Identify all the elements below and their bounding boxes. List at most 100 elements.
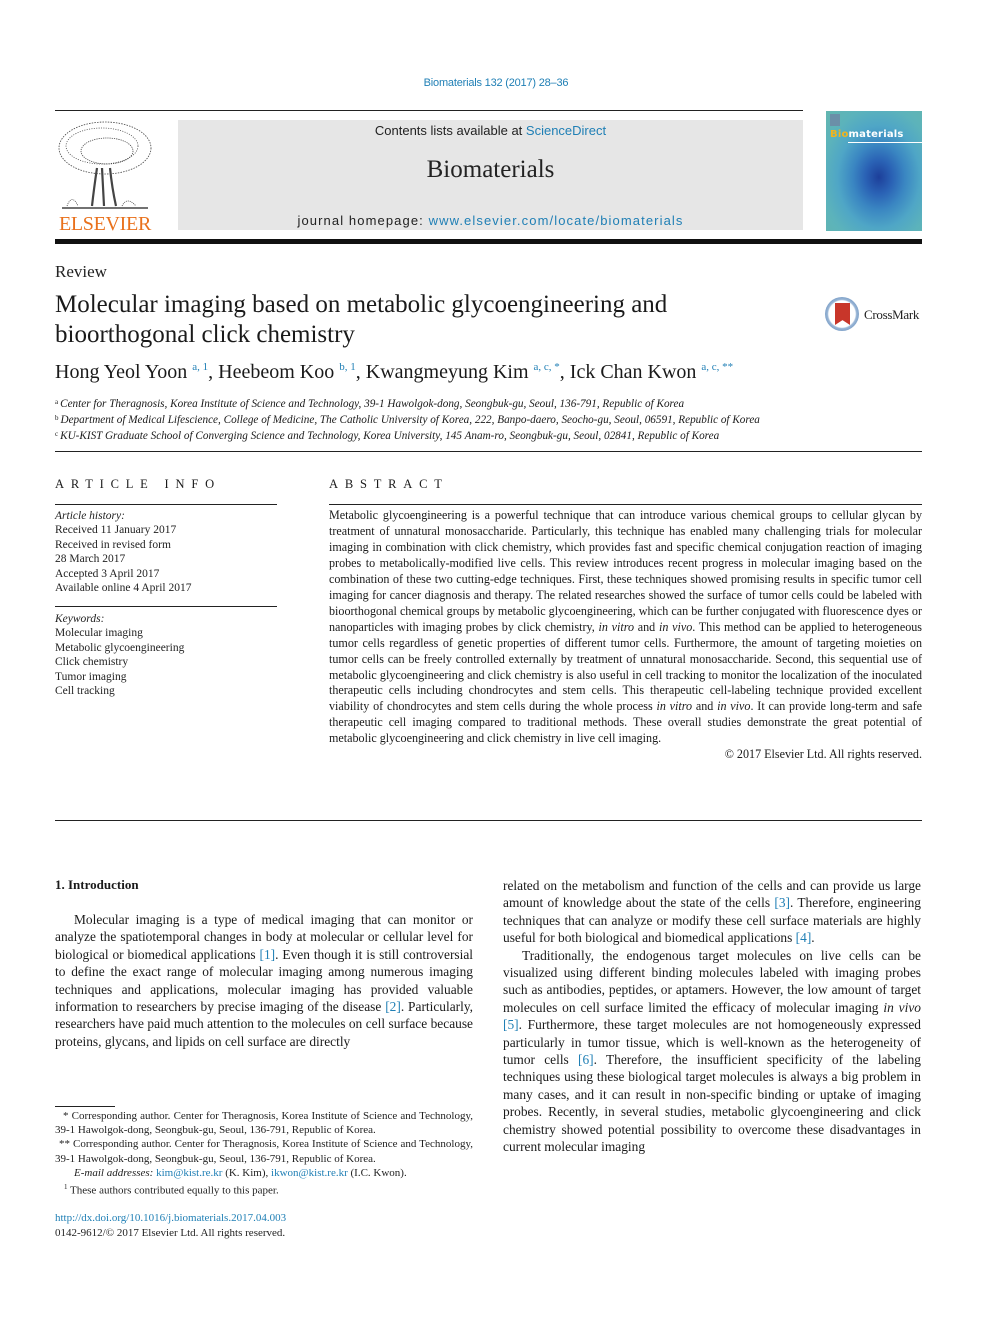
body-text: Traditionally, the endogenous target mol…: [503, 947, 921, 1015]
footnote-divider: [55, 1106, 115, 1107]
body-italic: in vivo: [883, 999, 921, 1015]
affiliation-item: a Center for Theragnosis, Korea Institute…: [55, 395, 760, 411]
crossmark-label: CrossMark: [864, 307, 920, 322]
author-marks[interactable]: a, 1: [192, 361, 208, 373]
footnote-text: These authors contributed equally to thi…: [67, 1184, 279, 1197]
body-paragraph: Molecular imaging is a type of medical i…: [55, 911, 473, 1050]
article-info-heading: ARTICLE INFO: [55, 477, 221, 491]
abstract-heading: ABSTRACT: [329, 477, 449, 491]
homepage-line: journal homepage: www.elsevier.com/locat…: [178, 213, 803, 228]
citation-link[interactable]: [2]: [385, 999, 401, 1014]
keywords: Keywords: Molecular imaging Metabolic gl…: [55, 612, 184, 698]
email-link-kim[interactable]: kim@kist.re.kr: [156, 1167, 222, 1179]
article-type: Review: [55, 262, 107, 281]
affiliation-key: b: [55, 414, 59, 423]
article-info-divider: [55, 504, 277, 505]
author-name[interactable]: Ick Chan Kwon: [570, 361, 697, 383]
keywords-label: Keywords:: [55, 613, 105, 625]
keywords-divider: [55, 606, 277, 607]
abstract-segment: and: [634, 619, 659, 634]
email-link-kwon[interactable]: ikwon@kist.re.kr: [271, 1167, 348, 1179]
affiliations: a Center for Theragnosis, Korea Institute…: [55, 395, 760, 444]
abstract-divider: [329, 504, 922, 505]
contents-prefix: Contents lists available at: [374, 123, 526, 138]
keyword-item: Molecular imaging: [55, 627, 143, 640]
footnote-emails: E-mail addresses: kim@kist.re.kr (K. Kim…: [55, 1166, 473, 1180]
author-name[interactable]: Hong Yeol Yoon: [55, 361, 187, 383]
affiliation-divider: [55, 451, 922, 452]
introduction-heading: 1. Introduction: [55, 877, 139, 892]
citation-link[interactable]: [6]: [578, 1052, 594, 1067]
crossmark-button[interactable]: CrossMark: [824, 295, 934, 335]
keyword-item: Cell tracking: [55, 685, 115, 698]
keyword-item: Tumor imaging: [55, 670, 127, 683]
footnote-corresponding-1: * Corresponding author. Center for Thera…: [55, 1110, 473, 1137]
affiliation-key: a: [55, 398, 59, 406]
journal-title: Biomaterials: [426, 156, 555, 183]
homepage-prefix: journal homepage:: [297, 213, 429, 228]
citation-link[interactable]: [1]: [260, 947, 276, 962]
citation-link[interactable]: [5]: [503, 1017, 519, 1032]
journal-reference-link[interactable]: Biomaterials 132 (2017) 28–36: [0, 77, 992, 89]
abstract-italic: in vivo: [658, 619, 693, 634]
abstract-copyright: © 2017 Elsevier Ltd. All rights reserved…: [724, 747, 922, 762]
body-paragraph: Traditionally, the endogenous target mol…: [503, 947, 921, 1156]
body-paragraph: related on the metabolism and function o…: [503, 877, 921, 947]
sciencedirect-link[interactable]: ScienceDirect: [526, 123, 606, 138]
issn-line: 0142-9612/© 2017 Elsevier Ltd. All right…: [55, 1227, 286, 1239]
header-divider: [55, 110, 803, 111]
abstract-italic: in vivo: [717, 699, 751, 714]
footnote-equal-contribution: 1 These authors contributed equally to t…: [55, 1180, 473, 1198]
abstract-segment: and: [692, 699, 718, 714]
article-title: Molecular imaging based on metabolic gly…: [55, 291, 668, 348]
history-item: Available online 4 April 2017: [55, 582, 192, 595]
header-thick-divider: [55, 239, 922, 244]
cover-title: Biomaterials: [830, 129, 904, 140]
body-text: . Therefore, the insufficient specificit…: [503, 1052, 921, 1155]
journal-homepage-link[interactable]: www.elsevier.com/locate/biomaterials: [429, 213, 684, 228]
body-column-left: Molecular imaging is a type of medical i…: [55, 911, 473, 1050]
doi-block: http://dx.doi.org/10.1016/j.biomaterials…: [55, 1211, 286, 1241]
cover-rule: [848, 142, 922, 143]
affiliation-key: c: [55, 430, 59, 439]
affiliation-text: Center for Theragnosis, Korea Institute …: [60, 398, 685, 410]
article-history: Article history: Received 11 January 201…: [55, 509, 191, 595]
elsevier-wordmark: ELSEVIER: [58, 213, 152, 235]
citation-link[interactable]: [4]: [796, 930, 812, 945]
affiliation-text: KU-KIST Graduate School of Converging Sc…: [60, 430, 720, 443]
author-name[interactable]: Heebeom Koo: [218, 361, 334, 383]
abstract-italic: in vitro: [656, 699, 693, 714]
author-marks[interactable]: a, c, *: [534, 361, 560, 373]
abstract-segment: Metabolic glycoengineering is a powerful…: [329, 508, 922, 634]
body-column-right: related on the metabolism and function o…: [503, 877, 921, 1156]
journal-cover-image[interactable]: Biomaterials: [826, 111, 922, 231]
body-text: .: [811, 930, 815, 946]
elsevier-tree-icon: [58, 121, 152, 209]
affiliation-item: b Department of Medical Lifescience, Coll…: [55, 411, 760, 427]
footnotes: * Corresponding author. Center for Thera…: [55, 1109, 473, 1198]
email-owner: (K. Kim),: [222, 1166, 272, 1179]
author-list: Hong Yeol Yoon a, 1, Heebeom Koo b, 1, K…: [55, 361, 734, 383]
author-marks[interactable]: a, c, **: [701, 361, 733, 373]
citation-link[interactable]: [3]: [774, 895, 790, 910]
keyword-item: Metabolic glycoengineering: [55, 641, 185, 654]
author-name[interactable]: Kwangmeyung Kim: [366, 361, 529, 383]
abstract-italic: in vitro: [598, 619, 635, 634]
author-marks[interactable]: b, 1: [339, 361, 356, 373]
cover-title-rest: materials: [848, 129, 904, 140]
history-item: Received 11 January 2017: [55, 524, 177, 537]
elsevier-logo[interactable]: ELSEVIER: [52, 118, 158, 236]
history-item: Accepted 3 April 2017: [55, 567, 160, 580]
footnote-corresponding-2: ** Corresponding author. Center for Ther…: [55, 1138, 473, 1165]
affiliation-text: Department of Medical Lifescience, Colle…: [60, 414, 760, 427]
journal-banner: Contents lists available at ScienceDirec…: [178, 120, 803, 230]
doi-link[interactable]: http://dx.doi.org/10.1016/j.biomaterials…: [55, 1212, 286, 1224]
abstract-text: Metabolic glycoengineering is a powerful…: [329, 508, 922, 763]
cover-publisher-badge: [830, 114, 840, 126]
contents-line: Contents lists available at ScienceDirec…: [178, 123, 803, 138]
history-label: Article history:: [55, 510, 125, 522]
history-item: Received in revised form: [55, 538, 171, 551]
cover-title-highlight: Bio: [830, 129, 849, 140]
abstract-end-divider: [55, 820, 922, 821]
history-item: 28 March 2017: [55, 553, 126, 566]
